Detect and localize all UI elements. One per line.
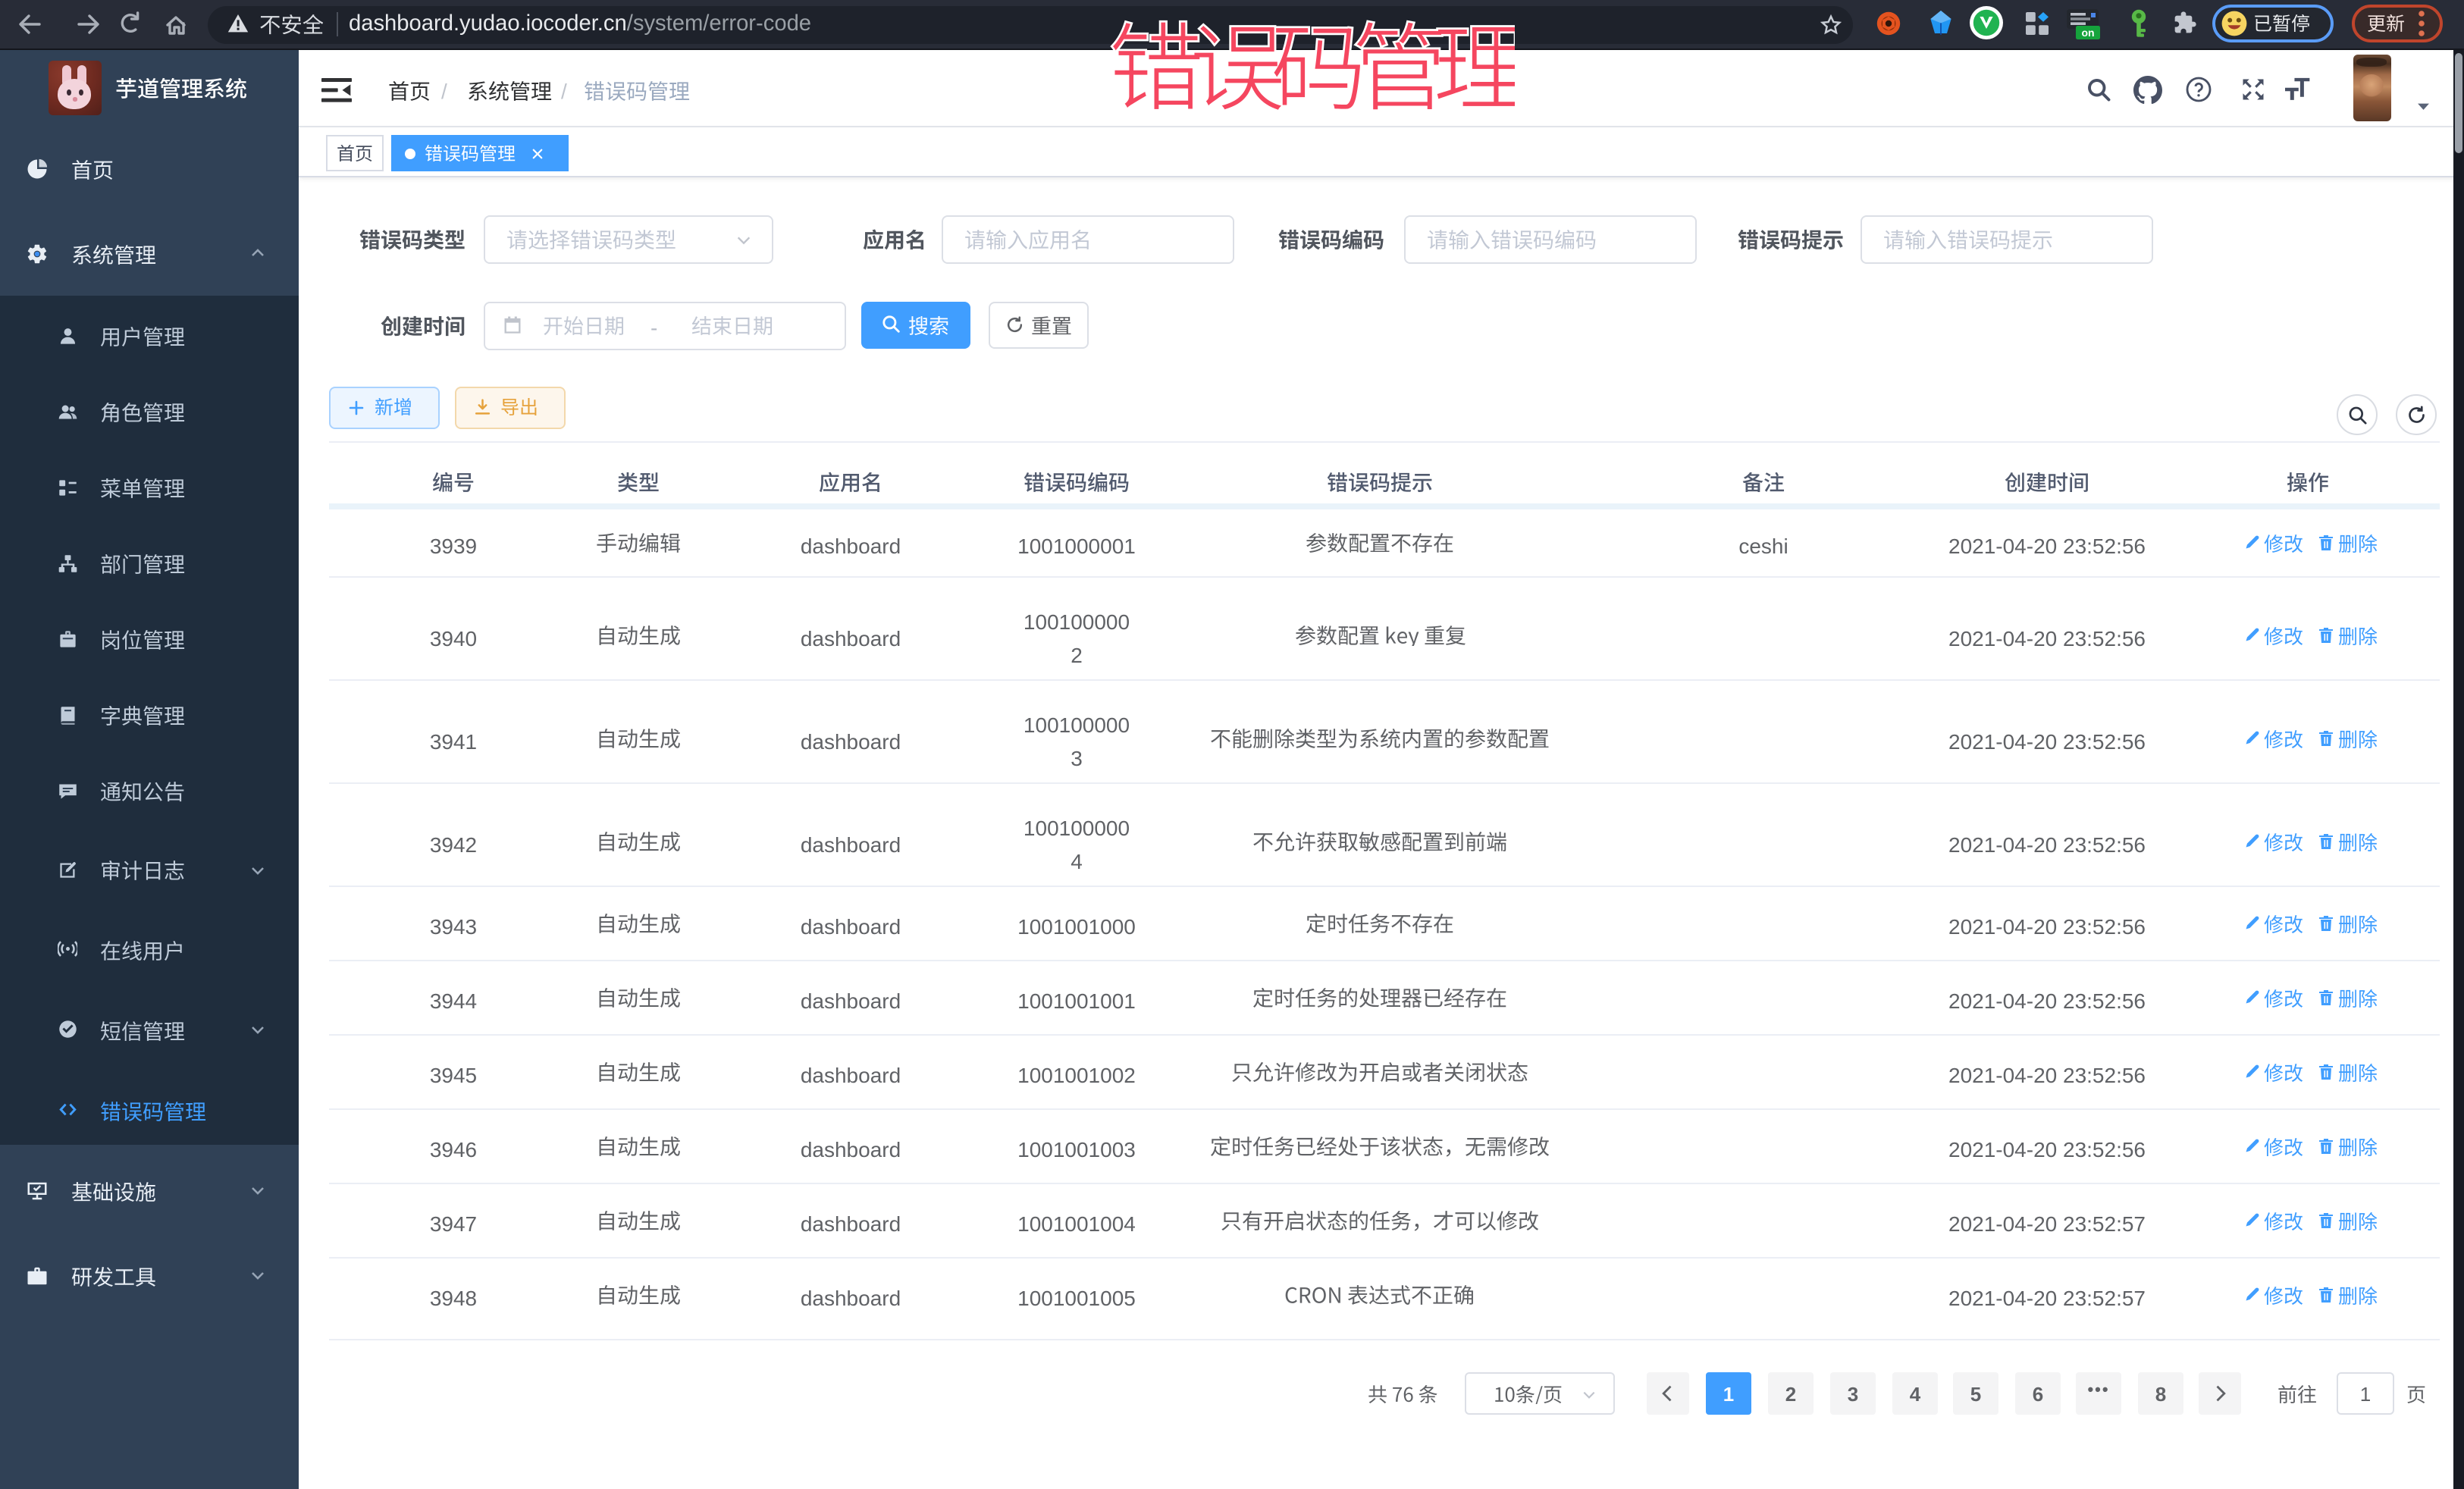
svg-text:on: on [2081,27,2094,39]
